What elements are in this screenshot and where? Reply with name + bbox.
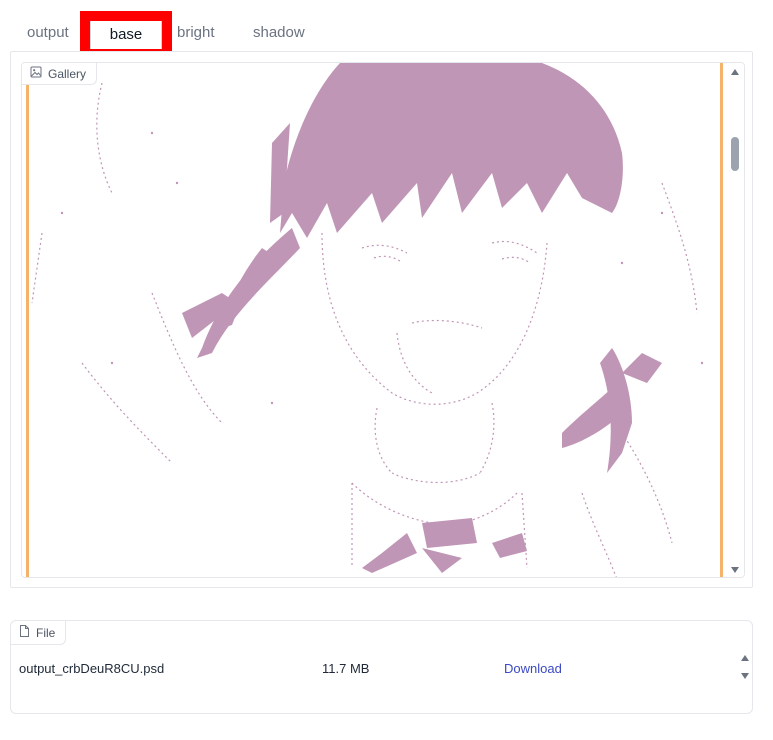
tab-bar: output base bright shadow [14,11,773,59]
file-size: 11.7 MB [322,661,370,676]
file-name: output_crbDeuR8CU.psd [19,661,165,676]
gallery-label-text: Gallery [48,66,87,81]
file-panel: File output_crbDeuR8CU.psd 11.7 MB Downl… [10,620,753,714]
file-icon [19,625,30,640]
tab-base-label: base [90,21,162,49]
file-label-text: File [36,625,56,640]
file-scroll-up-icon[interactable] [741,655,749,661]
gallery: Gallery [21,62,745,578]
scroll-up-icon[interactable] [731,69,739,75]
scroll-down-icon[interactable] [731,567,739,573]
gallery-image[interactable] [22,63,727,577]
tab-output[interactable]: output [27,24,69,41]
tab-bright[interactable]: bright [177,24,215,41]
tab-content-panel: Gallery [10,51,753,588]
gallery-scrollbar[interactable] [726,63,744,577]
file-scroll-down-icon[interactable] [741,673,749,679]
selection-border-right [720,63,723,577]
scroll-thumb[interactable] [731,137,739,171]
line-art-illustration [31,63,704,577]
gallery-label: Gallery [22,63,98,85]
image-icon [30,66,42,81]
file-label: File [11,621,67,645]
download-link[interactable]: Download [504,661,562,676]
file-row: output_crbDeuR8CU.psd 11.7 MB Download [11,659,736,679]
tab-shadow[interactable]: shadow [253,24,305,41]
selection-border-left [26,63,29,577]
